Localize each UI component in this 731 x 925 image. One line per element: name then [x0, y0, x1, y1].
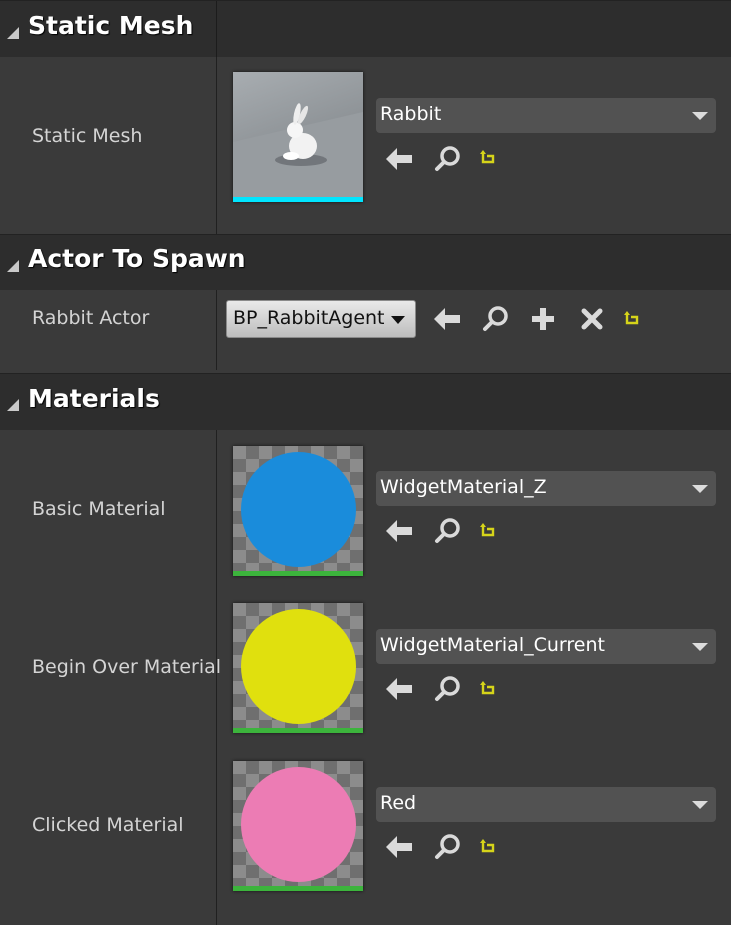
- arrow-left-icon[interactable]: [386, 678, 414, 700]
- asset-type-bar: [233, 571, 363, 576]
- arrow-left-icon[interactable]: [434, 308, 462, 330]
- chevron-down-icon: [692, 643, 708, 651]
- asset-thumbnail[interactable]: [233, 72, 363, 202]
- chevron-down-icon: [692, 485, 708, 493]
- close-icon[interactable]: [581, 308, 603, 330]
- property-label: Begin Over Material: [32, 656, 222, 678]
- collapse-arrow-icon[interactable]: [7, 260, 19, 272]
- reset-to-default-icon[interactable]: [624, 311, 640, 325]
- section-title: Static Mesh: [28, 11, 194, 40]
- rabbit-mesh-icon: [233, 103, 363, 197]
- asset-type-bar: [233, 197, 363, 202]
- asset-thumbnail[interactable]: [233, 446, 363, 576]
- material-sphere-preview: [241, 609, 356, 724]
- asset-name: WidgetMaterial_Current: [380, 634, 605, 656]
- chevron-down-icon: [692, 112, 708, 120]
- class-name: BP_RabbitAgent: [233, 307, 385, 329]
- asset-name: WidgetMaterial_Z: [380, 476, 547, 498]
- collapse-arrow-icon[interactable]: [7, 27, 19, 39]
- reset-to-default-icon[interactable]: [480, 150, 496, 164]
- property-row-clicked-material: Clicked Material Red: [0, 746, 731, 925]
- asset-dropdown[interactable]: WidgetMaterial_Current: [376, 629, 716, 664]
- section-header-materials[interactable]: Materials: [0, 373, 731, 431]
- property-label: Clicked Material: [32, 814, 184, 836]
- property-row-rabbit-actor: Rabbit Actor BP_RabbitAgent: [0, 290, 731, 370]
- asset-thumbnail[interactable]: [233, 603, 363, 733]
- property-label: Static Mesh: [32, 125, 143, 147]
- arrow-left-icon[interactable]: [386, 520, 414, 542]
- asset-thumbnail[interactable]: [233, 761, 363, 891]
- chevron-down-icon: [692, 801, 708, 809]
- mesh-preview: [233, 72, 363, 197]
- asset-type-bar: [233, 886, 363, 891]
- property-label: Rabbit Actor: [32, 307, 150, 329]
- chevron-down-icon: [391, 316, 405, 324]
- asset-name: Rabbit: [380, 103, 442, 125]
- asset-dropdown[interactable]: Rabbit: [376, 98, 716, 133]
- divider: [216, 430, 217, 588]
- reset-to-default-icon[interactable]: [480, 681, 496, 695]
- asset-dropdown[interactable]: Red: [376, 787, 716, 822]
- material-sphere-preview: [241, 767, 356, 882]
- arrow-left-icon[interactable]: [386, 836, 414, 858]
- search-icon[interactable]: [434, 834, 462, 860]
- property-row-static-mesh: Static Mesh Rabbit: [0, 57, 731, 234]
- search-icon[interactable]: [482, 306, 510, 332]
- search-icon[interactable]: [434, 146, 462, 172]
- reset-to-default-icon[interactable]: [480, 523, 496, 537]
- class-picker-dropdown[interactable]: BP_RabbitAgent: [226, 300, 416, 338]
- asset-dropdown[interactable]: WidgetMaterial_Z: [376, 471, 716, 506]
- plus-icon[interactable]: [531, 307, 555, 331]
- divider: [216, 1, 217, 58]
- divider: [216, 290, 217, 370]
- search-icon[interactable]: [434, 676, 462, 702]
- property-row-begin-over-material: Begin Over Material WidgetMaterial_Curre…: [0, 588, 731, 746]
- section-header-static-mesh[interactable]: Static Mesh: [0, 0, 731, 58]
- section-title: Actor To Spawn: [28, 244, 246, 273]
- property-row-basic-material: Basic Material WidgetMaterial_Z: [0, 430, 731, 588]
- section-header-actor-to-spawn[interactable]: Actor To Spawn: [0, 234, 731, 291]
- reset-to-default-icon[interactable]: [480, 839, 496, 853]
- asset-name: Red: [380, 792, 417, 814]
- collapse-arrow-icon[interactable]: [7, 399, 19, 411]
- search-icon[interactable]: [434, 518, 462, 544]
- divider: [216, 57, 217, 234]
- arrow-left-icon[interactable]: [386, 148, 414, 170]
- property-label: Basic Material: [32, 498, 166, 520]
- section-title: Materials: [28, 384, 160, 413]
- asset-type-bar: [233, 728, 363, 733]
- material-sphere-preview: [241, 452, 356, 567]
- divider: [216, 746, 217, 925]
